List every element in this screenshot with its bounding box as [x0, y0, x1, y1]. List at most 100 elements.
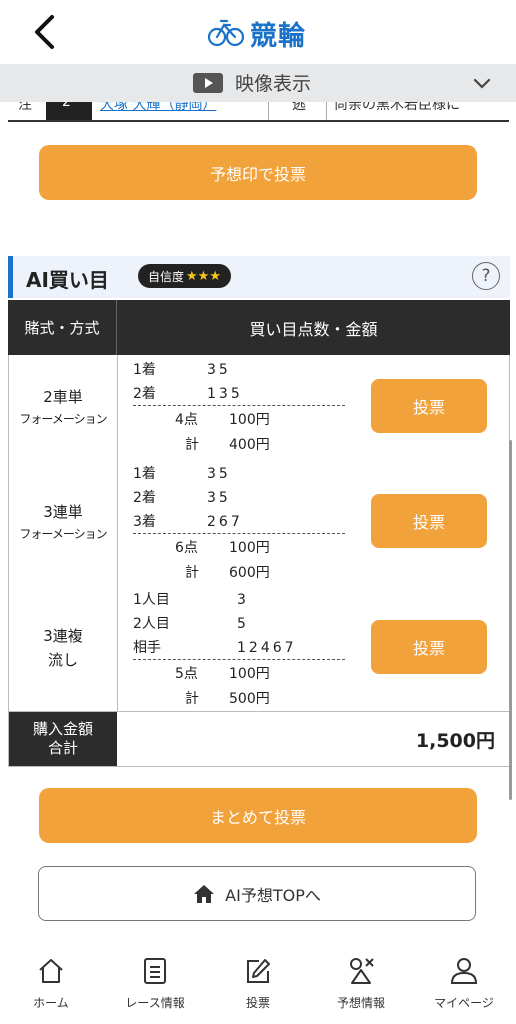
confidence-badge: 自信度 ★★★ [138, 264, 231, 288]
home-icon [194, 884, 215, 903]
racer-row-partial: 注 2 大塚 大輝（静岡） 逃 尚亲の黒木若臣様に [8, 102, 509, 122]
bet-type-name: 2車単 [43, 388, 83, 406]
selection-label: 2着 [133, 490, 156, 506]
ai-top-label: AI予想TOPへ [225, 885, 321, 905]
vote-button[interactable]: 投票 [371, 620, 487, 674]
video-label: 映像表示 [235, 73, 312, 95]
table-row: 3連単 フォーメーション 1着 35 2着 35 3着 267 6点 100円 計 6… [8, 459, 510, 586]
nav-vote-label: 投票 [245, 996, 270, 1010]
keirin-logo[interactable]: 競輪 [208, 14, 306, 52]
points-count: 4点 [175, 412, 198, 428]
bet-method: 流し [47, 651, 78, 669]
video-toggle-bar[interactable]: 映像表示 [0, 64, 516, 102]
unit-amount: 100円 [229, 540, 270, 556]
header-points-amount: 買い目点数・金額 [249, 319, 378, 339]
nav-mypage[interactable]: マイページ [414, 950, 514, 1024]
selection-line: 1着 35 [133, 463, 231, 483]
bet-type-name: 3連複 [43, 627, 83, 645]
selection-line: 1着 35 [133, 359, 231, 379]
bet-type-name: 3連単 [43, 503, 83, 521]
logo-text: 競輪 [250, 20, 306, 52]
selection-value: 267 [207, 514, 243, 530]
vote-by-mark-button[interactable]: 予想印で投票 [39, 145, 477, 200]
selection-value: 12467 [237, 640, 297, 656]
racer-type-cell: 逃 [292, 102, 306, 113]
nav-prediction[interactable]: 予想情報 [311, 950, 411, 1024]
racer-name-link[interactable]: 大塚 大輝（静岡） [100, 102, 216, 114]
selection-value: 35 [207, 490, 231, 506]
points-count: 6点 [175, 540, 198, 556]
racer-number: 2 [62, 102, 71, 110]
confidence-stars: ★★★ [186, 268, 221, 284]
table-row: 2車単 フォーメーション 1着 35 2着 135 4点 100円 計 400円 投… [8, 355, 510, 460]
row-total: 500円 [229, 691, 270, 707]
selection-line: 3着 267 [133, 511, 243, 531]
selection-label: 1着 [133, 362, 156, 378]
selection-label: 1人目 [133, 592, 170, 608]
purchase-total-label-line1: 購入金額 [32, 720, 93, 738]
bet-method: フォーメーション [19, 527, 107, 541]
nav-prediction-label: 予想情報 [336, 996, 385, 1010]
help-icon[interactable]: ? [472, 262, 500, 290]
vote-button[interactable]: 投票 [371, 494, 487, 548]
nav-home-label: ホーム [33, 996, 69, 1010]
selection-line: 1人目 3 [133, 589, 249, 609]
selection-line: 2着 135 [133, 383, 243, 403]
selection-value: 5 [237, 616, 249, 632]
total-label: 計 [185, 691, 199, 707]
selection-label: 1着 [133, 466, 156, 482]
chevron-left-icon [35, 15, 54, 49]
cell-divider [326, 102, 327, 120]
edit-icon [247, 959, 270, 983]
selection-value: 135 [207, 386, 243, 402]
scrollbar[interactable] [509, 440, 512, 800]
table-header: 賭式・方式 買い目点数・金額 [8, 300, 510, 355]
row-total: 400円 [229, 437, 270, 453]
confidence-label: 自信度 [148, 269, 185, 284]
selection-value: 35 [207, 362, 231, 378]
header-bet-type: 賭式・方式 [8, 300, 117, 355]
bicycle-logo-icon [208, 19, 244, 47]
prediction-icon [350, 958, 374, 984]
selection-label: 3着 [133, 514, 156, 530]
selection-line: 2着 35 [133, 487, 231, 507]
document-icon [144, 958, 166, 984]
selection-label: 2人目 [133, 616, 170, 632]
cell-divider [268, 102, 269, 120]
play-icon [193, 72, 223, 93]
purchase-total-label-line2: 合計 [47, 739, 78, 757]
app-header: 競輪 [0, 0, 516, 64]
dashed-divider [133, 659, 345, 660]
nav-race-info[interactable]: レース情報 [105, 950, 205, 1024]
dashed-divider [133, 405, 345, 406]
bulk-vote-button[interactable]: まとめて投票 [39, 788, 477, 843]
row-total: 600円 [229, 565, 270, 581]
table-row: 3連複 流し 1人目 3 2人目 5 相手 12467 5点 100円 計 500円 … [8, 585, 510, 712]
dashed-divider [133, 533, 345, 534]
vote-button[interactable]: 投票 [371, 379, 487, 433]
mark-cell: 注 [18, 102, 32, 113]
bottom-nav: ホーム レース情報 投票 予想情報 マイページ [0, 950, 516, 1024]
bet-method: フォーメーション [19, 412, 107, 426]
bet-type-cell: 3連複 流し [9, 585, 118, 711]
unit-amount: 100円 [229, 666, 270, 682]
ai-section-header: AI買い目 自信度 ★★★ ? [8, 256, 510, 298]
selection-value: 35 [207, 466, 231, 482]
racer-number-cell: 2 [46, 102, 92, 120]
nav-vote[interactable]: 投票 [208, 950, 308, 1024]
purchase-total-value: 1,500円 [415, 730, 495, 752]
nav-home[interactable]: ホーム [1, 950, 101, 1024]
racer-note-cell: 尚亲の黒木若臣様に [334, 102, 460, 113]
chevron-down-icon[interactable] [472, 73, 492, 93]
bet-type-cell: 3連単 フォーメーション [9, 459, 118, 585]
selection-label: 相手 [133, 640, 161, 656]
nav-race-info-label: レース情報 [125, 996, 185, 1010]
back-button[interactable] [24, 12, 64, 52]
ai-top-button[interactable]: AI予想TOPへ [38, 866, 476, 921]
nav-mypage-label: マイページ [434, 996, 494, 1010]
unit-amount: 100円 [229, 412, 270, 428]
section-accent-bar [8, 256, 13, 298]
points-count: 5点 [175, 666, 198, 682]
user-icon [450, 958, 478, 984]
bet-type-cell: 2車単 フォーメーション [9, 355, 118, 459]
